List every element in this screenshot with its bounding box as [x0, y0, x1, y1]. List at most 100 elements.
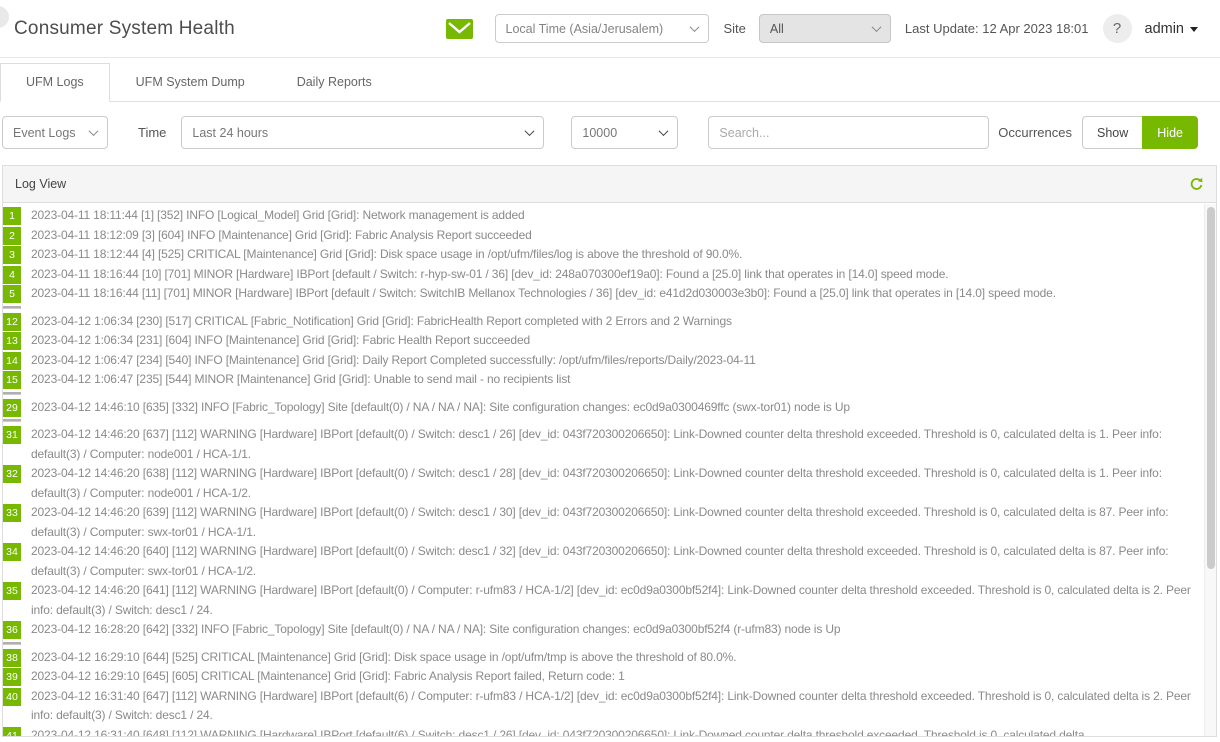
collapsed-rows-separator — [3, 392, 21, 395]
log-text: 2023-04-12 1:06:34 [231] [604] INFO [Mai… — [31, 331, 1192, 351]
search-input[interactable] — [708, 116, 989, 149]
tab-ufm-system-dump[interactable]: UFM System Dump — [110, 63, 271, 102]
row-number-badge: 12 — [3, 313, 21, 331]
tab-daily-reports[interactable]: Daily Reports — [271, 63, 398, 102]
log-text: 2023-04-12 14:46:20 [637] [112] WARNING … — [31, 425, 1192, 464]
row-number-badge: 41 — [3, 727, 21, 738]
row-number-badge: 15 — [3, 371, 21, 389]
site-select-value: All — [770, 22, 784, 36]
row-number-badge: 31 — [3, 426, 21, 444]
time-range-select-value: Last 24 hours — [192, 126, 268, 140]
log-text: 2023-04-11 18:11:44 [1] [352] INFO [Logi… — [31, 206, 1192, 226]
occurrences-hide-button[interactable]: Hide — [1142, 116, 1198, 149]
log-row[interactable]: 31 2023-04-12 14:46:20 [637] [112] WARNI… — [3, 425, 1216, 464]
log-text: 2023-04-11 18:16:44 [11] [701] MINOR [Ha… — [31, 284, 1192, 304]
tab-ufm-logs[interactable]: UFM Logs — [0, 63, 110, 102]
log-text: 2023-04-12 16:29:10 [644] [525] CRITICAL… — [31, 648, 1192, 668]
row-number-badge: 32 — [3, 465, 21, 483]
last-update-text: Last Update: 12 Apr 2023 18:01 — [905, 21, 1089, 36]
log-text: 2023-04-12 16:31:40 [647] [112] WARNING … — [31, 687, 1192, 726]
site-label: Site — [724, 21, 746, 36]
log-row[interactable]: 32 2023-04-12 14:46:20 [638] [112] WARNI… — [3, 464, 1216, 503]
row-number-badge: 3 — [3, 246, 21, 264]
log-row[interactable]: 5 2023-04-11 18:16:44 [11] [701] MINOR [… — [3, 284, 1216, 304]
scrollbar-track[interactable] — [1204, 204, 1216, 736]
help-icon[interactable]: ? — [1103, 14, 1132, 43]
limit-select[interactable]: 10000 — [571, 116, 678, 149]
log-row[interactable]: 13 2023-04-12 1:06:34 [231] [604] INFO [… — [3, 331, 1216, 351]
log-row[interactable]: 1 2023-04-11 18:11:44 [1] [352] INFO [Lo… — [3, 206, 1216, 226]
log-text: 2023-04-12 16:28:20 [642] [332] INFO [Fa… — [31, 620, 1192, 640]
log-row[interactable]: 40 2023-04-12 16:31:40 [647] [112] WARNI… — [3, 687, 1216, 726]
page-title: Consumer System Health — [14, 18, 235, 40]
log-text: 2023-04-12 14:46:20 [639] [112] WARNING … — [31, 503, 1192, 542]
log-text: 2023-04-12 16:31:40 [648] [112] WARNING … — [31, 726, 1192, 738]
row-number-badge: 34 — [3, 543, 21, 561]
row-number-badge: 39 — [3, 668, 21, 686]
occurrences-toggle: Show Hide — [1082, 116, 1198, 149]
log-row[interactable]: 41 2023-04-12 16:31:40 [648] [112] WARNI… — [3, 726, 1216, 738]
log-row[interactable]: 4 2023-04-11 18:16:44 [10] [701] MINOR [… — [3, 265, 1216, 285]
filterbar: Event Logs Time Last 24 hours 10000 Occu… — [0, 102, 1220, 165]
chevron-down-icon — [689, 22, 699, 32]
row-number-badge: 4 — [3, 266, 21, 284]
timezone-select[interactable]: Local Time (Asia/Jerusalem) — [495, 14, 709, 43]
log-row[interactable]: 12 2023-04-12 1:06:34 [230] [517] CRITIC… — [3, 312, 1216, 332]
log-text: 2023-04-12 16:29:10 [645] [605] CRITICAL… — [31, 667, 1192, 687]
time-range-select[interactable]: Last 24 hours — [181, 116, 544, 149]
edge-partial-icon — [0, 6, 9, 28]
row-number-badge: 5 — [3, 285, 21, 303]
log-view-title: Log View — [15, 177, 66, 191]
chevron-down-icon — [871, 22, 881, 32]
scrollbar-thumb[interactable] — [1207, 207, 1215, 569]
row-number-badge: 35 — [3, 582, 21, 600]
log-view-panel: Log View 1 2023-04-11 18:11:44 [1] [352]… — [2, 165, 1217, 737]
app-header: Consumer System Health Local Time (Asia/… — [0, 0, 1220, 58]
collapsed-rows-separator — [3, 642, 21, 645]
row-number-badge: 38 — [3, 649, 21, 667]
log-row[interactable]: 35 2023-04-12 14:46:20 [641] [112] WARNI… — [3, 581, 1216, 620]
log-row[interactable]: 39 2023-04-12 16:29:10 [645] [605] CRITI… — [3, 667, 1216, 687]
log-view-header: Log View — [3, 166, 1216, 203]
log-text: 2023-04-12 1:06:34 [230] [517] CRITICAL … — [31, 312, 1192, 332]
row-number-badge: 36 — [3, 621, 21, 639]
log-type-select[interactable]: Event Logs — [2, 116, 108, 149]
log-text: 2023-04-12 14:46:10 [635] [332] INFO [Fa… — [31, 398, 1192, 418]
timezone-select-value: Local Time (Asia/Jerusalem) — [506, 22, 664, 36]
user-menu[interactable]: admin — [1145, 21, 1199, 37]
row-number-badge: 1 — [3, 207, 21, 225]
log-row[interactable]: 33 2023-04-12 14:46:20 [639] [112] WARNI… — [3, 503, 1216, 542]
site-select[interactable]: All — [759, 14, 891, 43]
log-row[interactable]: 34 2023-04-12 14:46:20 [640] [112] WARNI… — [3, 542, 1216, 581]
log-text: 2023-04-12 14:46:20 [638] [112] WARNING … — [31, 464, 1192, 503]
log-row[interactable]: 14 2023-04-12 1:06:47 [234] [540] INFO [… — [3, 351, 1216, 371]
row-number-badge: 13 — [3, 332, 21, 350]
log-row[interactable]: 38 2023-04-12 16:29:10 [644] [525] CRITI… — [3, 648, 1216, 668]
refresh-icon[interactable] — [1189, 177, 1204, 192]
mail-icon[interactable] — [446, 19, 473, 39]
log-row[interactable]: 2 2023-04-11 18:12:09 [3] [604] INFO [Ma… — [3, 226, 1216, 246]
log-row[interactable]: 3 2023-04-11 18:12:44 [4] [525] CRITICAL… — [3, 245, 1216, 265]
occurrences-label: Occurrences — [998, 125, 1072, 140]
log-text: 2023-04-12 14:46:20 [641] [112] WARNING … — [31, 581, 1192, 620]
log-text: 2023-04-11 18:16:44 [10] [701] MINOR [Ha… — [31, 265, 1192, 285]
collapsed-rows-separator — [3, 306, 21, 309]
log-text: 2023-04-11 18:12:09 [3] [604] INFO [Main… — [31, 226, 1192, 246]
log-row[interactable]: 15 2023-04-12 1:06:47 [235] [544] MINOR … — [3, 370, 1216, 390]
log-text: 2023-04-12 1:06:47 [235] [544] MINOR [Ma… — [31, 370, 1192, 390]
row-number-badge: 2 — [3, 227, 21, 245]
caret-down-icon — [1190, 27, 1198, 32]
occurrences-show-button[interactable]: Show — [1082, 116, 1142, 149]
chevron-down-icon — [89, 126, 99, 136]
limit-select-value: 10000 — [582, 126, 617, 140]
log-text: 2023-04-12 14:46:20 [640] [112] WARNING … — [31, 542, 1192, 581]
log-row[interactable]: 29 2023-04-12 14:46:10 [635] [332] INFO … — [3, 398, 1216, 418]
log-text: 2023-04-12 1:06:47 [234] [540] INFO [Mai… — [31, 351, 1192, 371]
collapsed-rows-separator — [3, 419, 21, 422]
tabbar: UFM LogsUFM System DumpDaily Reports — [0, 58, 1220, 102]
chevron-down-icon — [525, 126, 535, 136]
row-number-badge: 29 — [3, 399, 21, 417]
log-row[interactable]: 36 2023-04-12 16:28:20 [642] [332] INFO … — [3, 620, 1216, 640]
help-glyph: ? — [1113, 20, 1121, 37]
row-number-badge: 40 — [3, 688, 21, 706]
